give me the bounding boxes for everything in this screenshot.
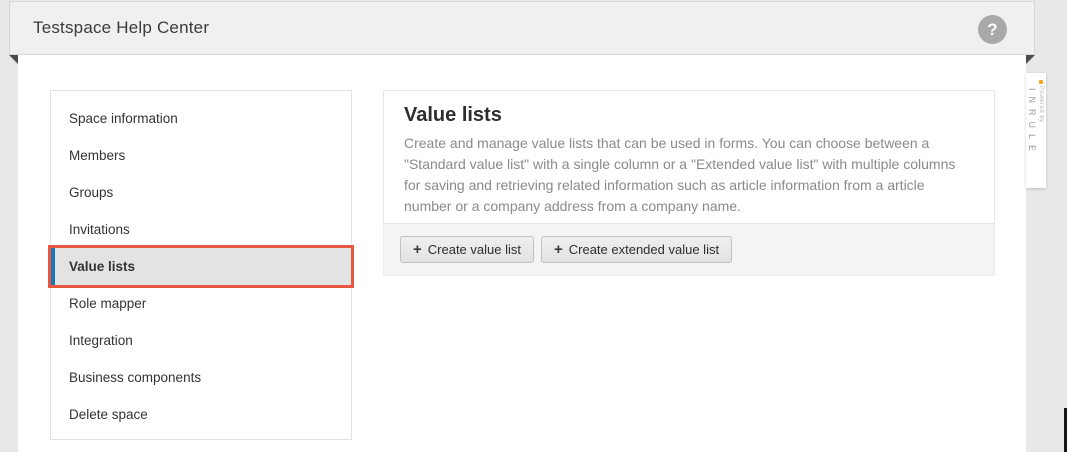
sidebar-item-members[interactable]: Members: [51, 137, 351, 174]
ribbon-fold-left-icon: [9, 55, 18, 64]
settings-sidebar: Space information Members Groups Invitat…: [50, 90, 352, 440]
sidebar-item-invitations[interactable]: Invitations: [51, 211, 351, 248]
inrule-brand-label: INRULE: [1027, 88, 1037, 157]
sidebar-item-delete-space[interactable]: Delete space: [51, 396, 351, 433]
sidebar-item-role-mapper[interactable]: Role mapper: [51, 285, 351, 322]
button-label: Create extended value list: [569, 242, 719, 257]
section-description: Create and manage value lists that can b…: [404, 133, 974, 217]
card-footer: + Create value list + Create extended va…: [383, 224, 995, 276]
sidebar-item-groups[interactable]: Groups: [51, 174, 351, 211]
content-panel: Space information Members Groups Invitat…: [18, 55, 1026, 452]
section-title: Value lists: [404, 104, 974, 127]
inrule-logo-dot-icon: [1039, 80, 1043, 84]
page-title: Testspace Help Center: [33, 18, 209, 38]
button-label: Create value list: [428, 242, 521, 257]
sidebar-item-value-lists[interactable]: Value lists: [51, 248, 351, 285]
create-extended-value-list-button[interactable]: + Create extended value list: [541, 236, 732, 263]
help-icon[interactable]: ?: [978, 15, 1007, 44]
header-bar: Testspace Help Center ?: [9, 1, 1035, 55]
powered-by-inrule-badge[interactable]: Powered by INRULE: [1026, 73, 1046, 188]
sidebar-item-space-information[interactable]: Space information: [51, 100, 351, 137]
sidebar-item-business-components[interactable]: Business components: [51, 359, 351, 396]
plus-icon: +: [413, 242, 422, 257]
ribbon-fold-right-icon: [1026, 55, 1035, 64]
powered-by-label: Powered by: [1038, 86, 1044, 123]
plus-icon: +: [554, 242, 563, 257]
value-lists-card: Value lists Create and manage value list…: [383, 90, 995, 224]
sidebar-item-integration[interactable]: Integration: [51, 322, 351, 359]
create-value-list-button[interactable]: + Create value list: [400, 236, 534, 263]
